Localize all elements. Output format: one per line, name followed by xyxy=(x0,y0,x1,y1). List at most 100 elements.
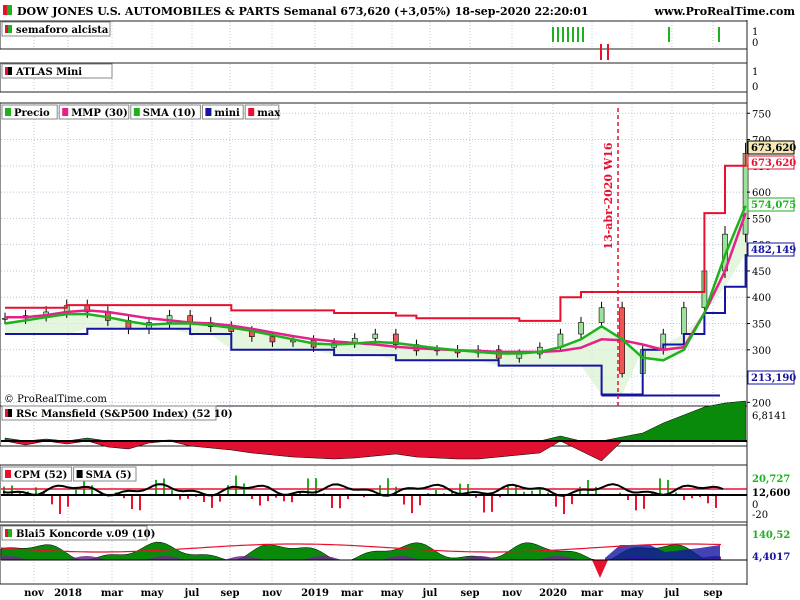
x-tick-label: jul xyxy=(422,588,438,599)
semaforo-green-bar xyxy=(718,27,720,42)
semaforo-ytick-0: 0 xyxy=(752,38,758,49)
semaforo-green-bar xyxy=(562,27,564,42)
cpm-bar xyxy=(715,495,717,508)
x-axis: nov 2018 mar may jul sep nov 2019 mar may jul sep no… xyxy=(0,585,800,600)
candle-body xyxy=(598,307,605,323)
cpm-bar xyxy=(403,495,405,505)
cpm-bar xyxy=(203,495,205,502)
cpm-bar xyxy=(419,495,421,506)
cpm-bar xyxy=(635,495,637,511)
value-badge-text: 482,149 xyxy=(751,245,796,256)
x-tick-label: sep xyxy=(461,588,480,599)
legend-label-3: mini xyxy=(214,108,240,119)
semaforo-red-bar xyxy=(607,44,609,60)
cpm-bar xyxy=(387,478,389,495)
cpm-bar xyxy=(259,495,261,506)
semaforo-green-bar xyxy=(567,27,569,42)
semaforo-legend-swatch-green xyxy=(8,25,12,33)
x-tick-label: mar xyxy=(581,588,604,599)
koncorde-value-1: 140,52 xyxy=(752,530,790,541)
semaforo-green-bar xyxy=(577,27,579,42)
x-tick-label: nov xyxy=(24,588,45,599)
main-y-tick-label: 200 xyxy=(752,398,771,409)
cpm-bar xyxy=(139,495,141,511)
copyright: © ProRealTime.com xyxy=(4,394,107,405)
semaforo-legend: semaforo alcista xyxy=(16,25,109,36)
cpm-bar xyxy=(571,495,573,505)
koncorde-value-2: 4,4017 xyxy=(752,552,790,563)
legend-label-2: SMA (10) xyxy=(143,108,196,119)
cpm-ytick-neg20: -20 xyxy=(752,510,768,521)
main-y-tick-label: 550 xyxy=(752,214,771,225)
main-y-tick-label: 350 xyxy=(752,320,771,331)
candle-body xyxy=(372,333,379,339)
site-label[interactable]: www.ProRealTime.com xyxy=(654,5,796,18)
cpm-bar xyxy=(555,495,557,507)
instrument-flag-icon-green xyxy=(7,5,12,15)
cpm-bar xyxy=(51,495,53,505)
atlas-legend-swatch xyxy=(5,67,8,75)
cpm-bar xyxy=(91,485,93,495)
semaforo-green-bar xyxy=(668,27,670,42)
chart-title: DOW JONES U.S. AUTOMOBILES & PARTS Seman… xyxy=(17,5,589,18)
koncorde-legend: Blai5 Koncorde v.09 (10) xyxy=(16,529,155,540)
rsc-legend-swatch-dark xyxy=(8,409,12,417)
cpm-bar xyxy=(235,475,237,495)
x-tick-label: may xyxy=(381,588,405,599)
cpm-bar xyxy=(155,479,157,495)
x-tick-label: mar xyxy=(101,588,124,599)
atlas-ytick-0: 0 xyxy=(752,82,758,93)
cpm-bar xyxy=(331,495,333,508)
semaforo-green-bar xyxy=(557,27,559,42)
semaforo-green-bar xyxy=(552,27,554,42)
rsc-value: 6,8141 xyxy=(752,411,787,422)
value-badge-text: 213,190 xyxy=(751,373,796,384)
cpm-bar xyxy=(563,495,565,515)
cpm-bar xyxy=(659,478,661,495)
cpm-bar xyxy=(483,495,485,513)
atlas-legend: ATLAS Mini xyxy=(15,67,82,78)
semaforo-green-bar xyxy=(572,27,574,42)
value-badge-text: 574,075 xyxy=(751,200,796,211)
cpm-legend-label-1: SMA (5) xyxy=(86,470,132,481)
value-badge-text: 673,620 xyxy=(751,158,796,169)
cpm-legend-label-0: CPM (52) xyxy=(14,470,67,481)
cpm-legend: CPM (52) SMA (5) xyxy=(1,466,137,482)
legend-swatch xyxy=(205,108,212,116)
legend-swatch xyxy=(133,108,140,116)
cpm-value-2: 12,600 xyxy=(752,488,790,499)
atlas-ytick-1: 1 xyxy=(752,67,758,78)
cpm-bar xyxy=(595,486,597,495)
x-tick-label: may xyxy=(621,588,645,599)
cpm-bar xyxy=(707,495,709,504)
legend-label-0: Precio xyxy=(14,108,50,119)
legend-label-1: MMP (30) xyxy=(71,108,128,119)
cpm-bar xyxy=(59,495,61,514)
cpm-bar xyxy=(643,495,645,509)
main-y-tick-label: 400 xyxy=(752,293,771,304)
semaforo-red-bar xyxy=(600,44,602,60)
candle-body xyxy=(269,336,276,343)
cpm-bar xyxy=(3,486,5,495)
main-y-tick-label: 450 xyxy=(752,267,771,278)
x-tick-label: jul xyxy=(184,588,200,599)
main-y-tick-label: 300 xyxy=(752,346,771,357)
cpm-bar xyxy=(291,495,293,503)
chart-canvas: DOW JONES U.S. AUTOMOBILES & PARTS Seman… xyxy=(0,0,800,600)
candle-body xyxy=(578,322,584,335)
x-tick-label: mar xyxy=(341,588,364,599)
semaforo-green-bar xyxy=(582,27,584,42)
cpm-value-1: 20,727 xyxy=(752,474,790,485)
main-y-tick-label: 750 xyxy=(752,109,771,120)
cpm-bar xyxy=(163,478,165,495)
semaforo-legend-swatch xyxy=(5,25,8,33)
semaforo-ytick-1: 1 xyxy=(752,27,758,38)
annotation-label: 13-abr-2020 W16 xyxy=(602,142,615,250)
x-tick-label: sep xyxy=(221,588,240,599)
atlas-legend-swatch-dark xyxy=(8,67,12,75)
x-tick-label: 2018 xyxy=(54,588,82,599)
x-tick-label: jul xyxy=(664,588,680,599)
rsc-legend: RSc Mansfield (S&P500 Index) (52 10) xyxy=(16,409,233,420)
x-tick-label: may xyxy=(141,588,165,599)
koncorde-legend-swatch xyxy=(5,529,8,537)
